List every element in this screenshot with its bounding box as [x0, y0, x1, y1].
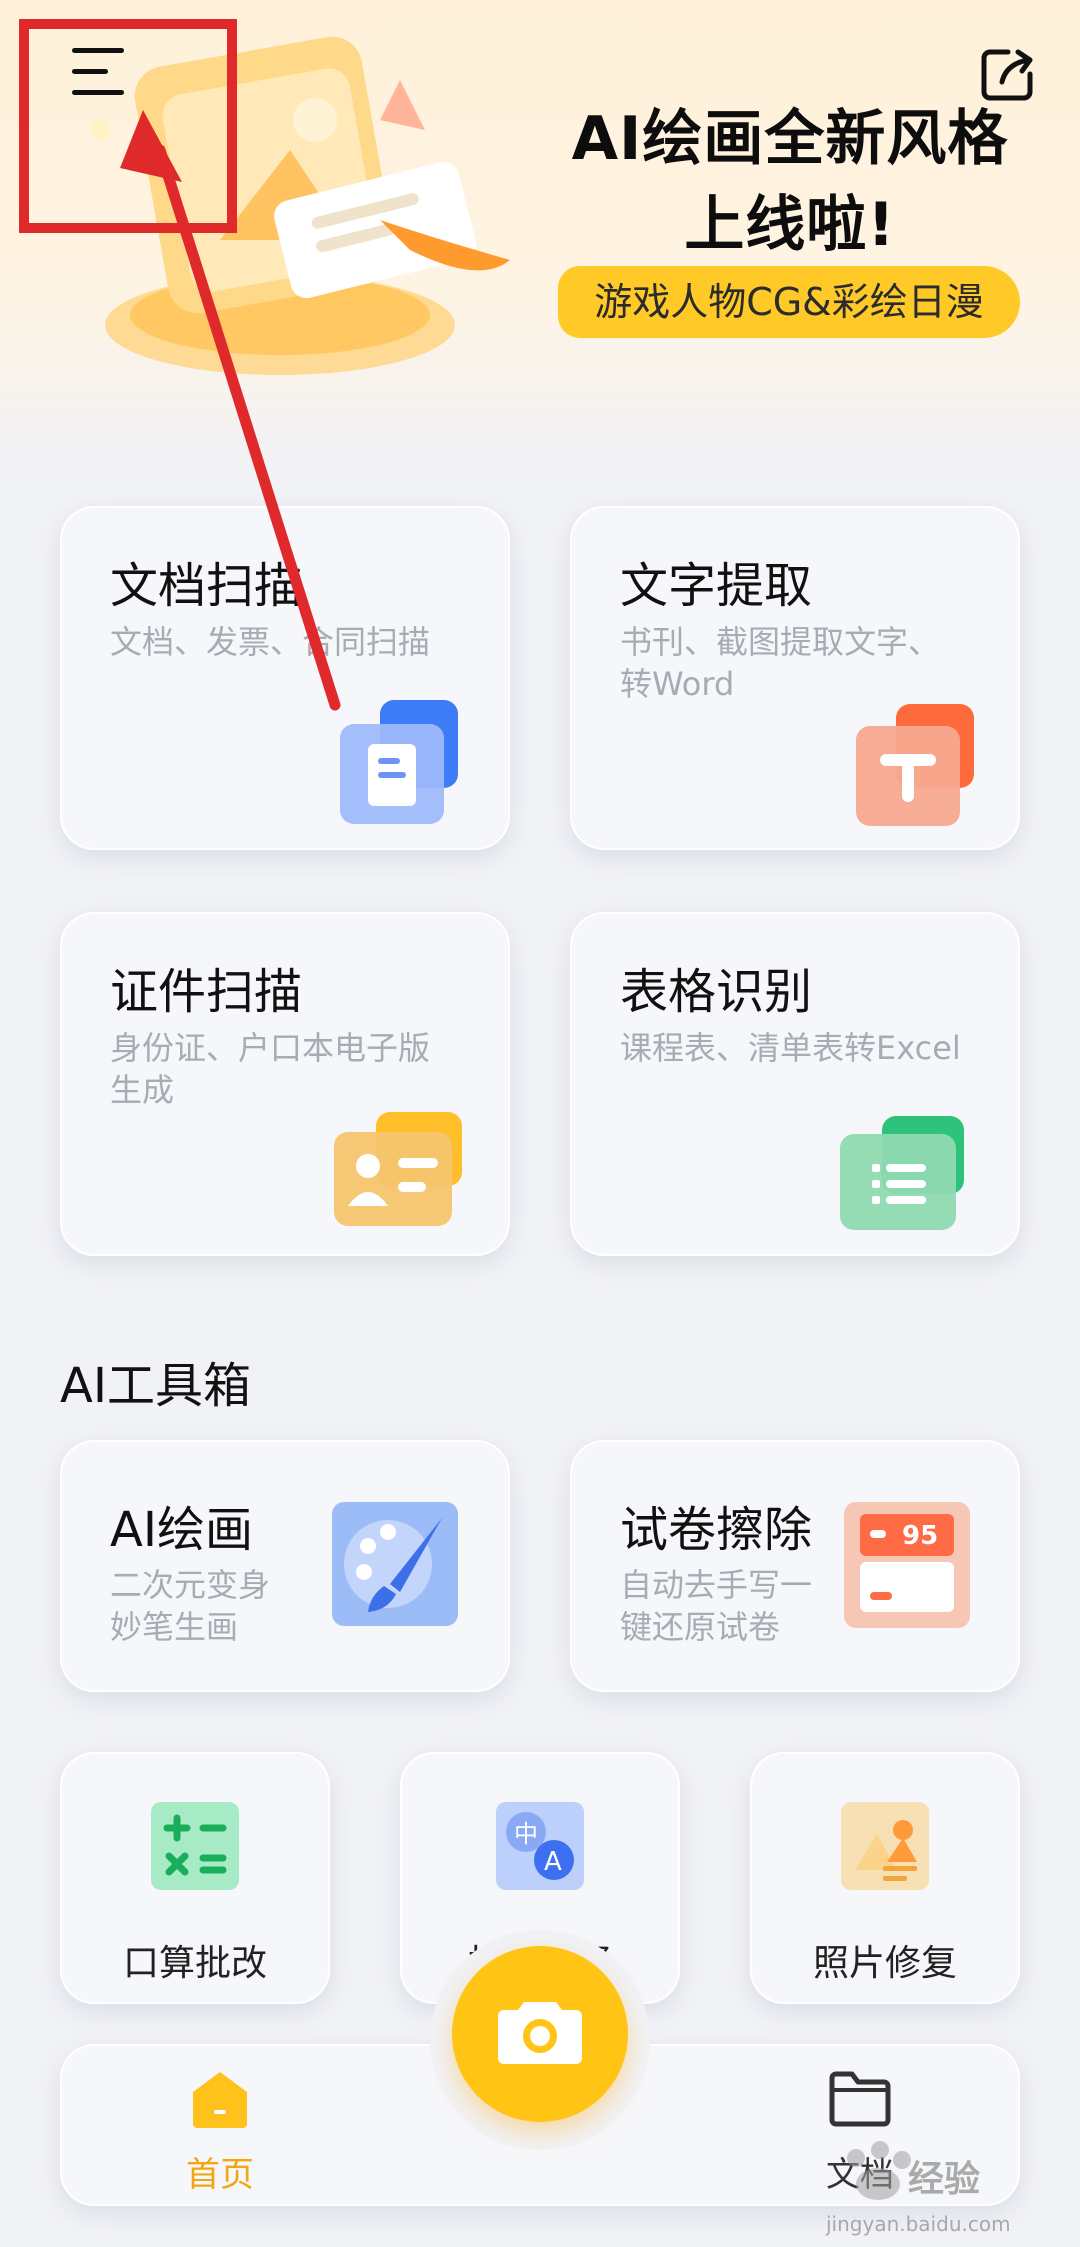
nav-home[interactable]: 首页	[170, 2070, 270, 2196]
card-subtitle: 身份证、户口本电子版生成	[110, 1029, 431, 1109]
paintbrush-icon	[332, 1502, 458, 1626]
card-subtitle: 课程表、清单表转Excel	[620, 1029, 961, 1067]
tool-label: 照片修复	[812, 1943, 957, 1984]
annotation-highlight-box	[19, 19, 237, 233]
exam-score-text: 95	[902, 1521, 938, 1551]
exam-paper-icon: 95	[844, 1502, 970, 1628]
card-subtitle: 书刊、截图提取文字、转Word	[620, 623, 941, 703]
translate-icon: 中 A	[496, 1802, 584, 1890]
id-scan-card[interactable]: 证件扫描 身份证、户口本电子版生成	[60, 912, 510, 1256]
toolbox-section-title: AI工具箱	[60, 1358, 251, 1414]
photo-repair-icon	[841, 1802, 929, 1890]
card-title: 证件扫描	[110, 964, 303, 1020]
calculator-icon	[151, 1802, 239, 1890]
arithmetic-check-card[interactable]: 口算批改	[60, 1752, 330, 2004]
card-title: AI绘画	[110, 1502, 253, 1558]
camera-icon	[498, 2002, 582, 2064]
document-scan-icon	[340, 700, 458, 824]
ai-painting-card[interactable]: AI绘画 二次元变身妙笔生画	[60, 1440, 510, 1692]
svg-text:A: A	[544, 1847, 562, 1877]
home-icon	[193, 2072, 247, 2128]
banner-tag[interactable]: 游戏人物CG&彩绘日漫	[558, 266, 1020, 338]
banner-title: AI绘画全新风格 上线啦!	[571, 104, 1009, 260]
svg-text:中: 中	[514, 1820, 538, 1848]
camera-button[interactable]	[452, 1946, 628, 2122]
card-title: 文字提取	[620, 558, 813, 614]
card-subtitle: 文档、发票、合同扫描	[110, 623, 431, 661]
table-icon	[840, 1116, 964, 1230]
table-recognition-card[interactable]: 表格识别 课程表、清单表转Excel	[570, 912, 1020, 1256]
card-subtitle: 二次元变身妙笔生画	[110, 1566, 271, 1646]
doc-scan-card[interactable]: 文档扫描 文档、发票、合同扫描	[60, 506, 510, 850]
nav-home-label: 首页	[186, 2155, 254, 2195]
watermark-url: jingyan.baidu.com	[826, 2212, 1011, 2236]
folder-icon	[829, 2071, 891, 2127]
text-recognition-icon	[856, 704, 974, 826]
watermark-brand: 经验	[908, 2159, 981, 2200]
photo-repair-card[interactable]: 照片修复	[750, 1752, 1020, 2004]
tool-label: 口算批改	[122, 1943, 267, 1984]
card-title: 文档扫描	[110, 558, 303, 614]
text-extract-card[interactable]: 文字提取 书刊、截图提取文字、转Word	[570, 506, 1020, 850]
card-title: 试卷擦除	[620, 1502, 813, 1558]
card-subtitle: 自动去手写一键还原试卷	[620, 1566, 813, 1646]
exam-erase-card[interactable]: 试卷擦除 自动去手写一键还原试卷 95	[570, 1440, 1020, 1692]
id-card-icon	[334, 1112, 462, 1226]
card-title: 表格识别	[620, 964, 813, 1020]
